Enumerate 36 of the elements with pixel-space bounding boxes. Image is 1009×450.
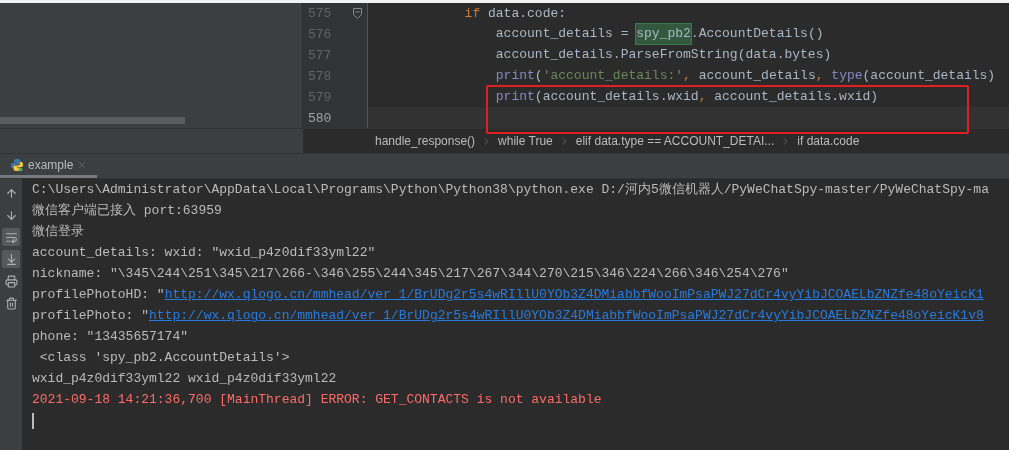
console-line: phone: "13435657174" [32,329,189,344]
printer-icon [4,274,18,288]
code-line: print(account_details.wxid, account_details.wxid) [494,87,880,106]
wrap-text-icon [4,230,18,244]
code-line: print('account_details:', account_details, type(account_details) [494,66,997,85]
python-icon [10,157,24,172]
trash-icon [4,296,18,310]
console-line: nickname: "\345\244\251\345\217\266-\346\255\244\345\217\267\344\270\215\346\224\266\346\254\276" [32,266,789,281]
console-line: <class 'spy_pb2.AccountDetails'> [38,350,290,365]
console-line: profilePhotoHD: " [32,286,165,304]
breadcrumb[interactable]: elif data.type == ACCOUNT_DETAI... [575,132,775,150]
console-line: account_details: wxid: "wxid_p4z0dif33yml22" [32,245,376,260]
run-tab[interactable]: example [0,154,98,178]
console-line: profilePhoto: " [32,307,150,325]
down-arrow-icon [4,208,18,222]
fold-marker-icon[interactable] [352,8,362,19]
scroll-to-end-button[interactable] [2,250,20,268]
tab-label: example [28,156,74,174]
text-cursor [32,412,34,429]
console-line: 微信客户端已接入 port:63959 [32,203,222,218]
breadcrumb[interactable]: while True [498,132,553,150]
wrap-text-button[interactable] [2,228,20,246]
printer-button[interactable] [2,272,20,290]
code-line: if data.code: [463,4,568,23]
error-message: 2021-09-18 14:21:36,700 [MainThread] ERROR: GET_CONTACTS is not available [32,392,602,407]
console-line: wxid_p4z0dif33yml22 wxid_p4z0dif33yml22 [32,371,337,386]
scrollbar[interactable] [0,117,185,124]
code-line: account_details.ParseFromString(data.bytes) [494,46,833,65]
line-number: 580 [308,110,332,126]
breadcrumb[interactable]: if data.code [797,132,860,150]
breadcrumb[interactable]: handle_response() [375,132,476,150]
code-line: account_details = spy_pb2.AccountDetails() [494,23,825,45]
up-arrow-icon [4,186,18,200]
console-line: C:\Users\Administrator\AppData\Local\Programs\Python\Python38\python.exe D:/河内5微信机器人/PyWeChatSpy-master/PyWeChatSpy-ma [32,182,989,197]
scroll-to-end-icon [4,252,18,266]
console-line: 微信登录 [32,224,84,239]
